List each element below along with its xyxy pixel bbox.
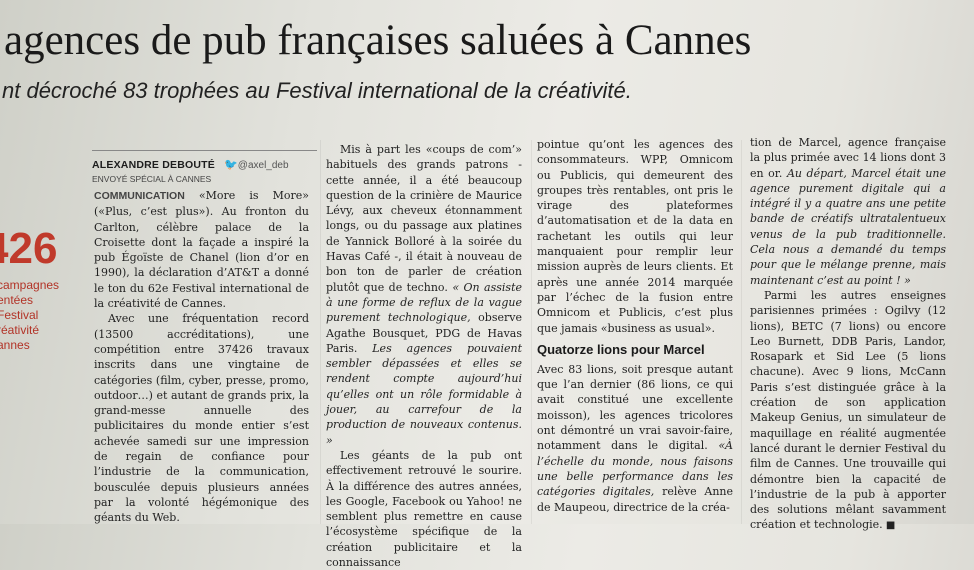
- article-column-4: tion de Marcel, agence française la plus…: [750, 135, 946, 534]
- paragraph: Avec 83 lions, soit presque autant que l…: [537, 362, 733, 515]
- subheadline: nt décroché 83 trophées au Festival inte…: [2, 78, 632, 103]
- article-column-3: pointue qu’ont les agences des consommat…: [537, 137, 733, 515]
- quote-text: Au départ, Marcel était une agence purem…: [750, 166, 946, 287]
- sidebar-stat: 426 campagnes entées Festival réativité …: [0, 226, 80, 353]
- author-name: ALEXANDRE DEBOUTÉ: [92, 159, 215, 171]
- section-heading: Quatorze lions pour Marcel: [537, 341, 705, 357]
- byline: ALEXANDRE DEBOUTÉ 🐦@axel_deb ENVOYÉ SPÉC…: [92, 150, 317, 184]
- paragraph-text: Parmi les autres enseignes parisiennes p…: [750, 288, 946, 532]
- article-column-1: COMMUNICATION «More is More» («Plus, c’e…: [94, 188, 309, 526]
- twitter-handle-text: @axel_deb: [237, 160, 289, 171]
- stat-caption-line: Festival: [0, 308, 39, 322]
- paragraph-text: Avec 83 lions, soit presque autant que l…: [537, 362, 733, 453]
- quote-text: Les agences pouvaient sembler dépassées …: [326, 341, 522, 447]
- article-column-2: Mis à part les «coups de com’» habituels…: [326, 142, 522, 570]
- twitter-bird-icon: 🐦: [224, 159, 238, 171]
- twitter-handle: 🐦@axel_deb: [224, 159, 289, 171]
- column-rule: [531, 140, 532, 524]
- kicker: COMMUNICATION: [94, 190, 185, 202]
- paragraph-text: «More is More» («Plus, c’est plus»). Au …: [94, 189, 309, 311]
- column-rule: [320, 140, 321, 524]
- stat-caption-line: annes: [0, 338, 30, 352]
- stat-caption: campagnes entées Festival réativité anne…: [0, 278, 80, 353]
- headline: agences de pub françaises saluées à Cann…: [4, 17, 752, 64]
- paragraph: COMMUNICATION «More is More» («Plus, c’e…: [94, 188, 309, 311]
- paragraph: Avec une fréquentation record (13500 acc…: [94, 312, 309, 525]
- stat-number: 426: [0, 226, 58, 273]
- column-rule: [741, 140, 742, 524]
- stat-caption-line: entées: [0, 293, 34, 307]
- end-square-icon: ■: [882, 520, 896, 532]
- dateline: ENVOYÉ SPÉCIAL À CANNES: [92, 174, 212, 184]
- stat-caption-line: campagnes: [0, 278, 60, 292]
- paragraph-text: Mis à part les «coups de com’» habituels…: [326, 143, 522, 294]
- stat-caption-line: réativité: [0, 323, 40, 337]
- paragraph: Parmi les autres enseignes parisiennes p…: [750, 288, 946, 534]
- paragraph: tion de Marcel, agence française la plus…: [750, 135, 946, 288]
- paragraph: Les géants de la pub ont effectivement r…: [326, 448, 522, 570]
- paragraph: pointue qu’ont les agences des consommat…: [537, 138, 733, 335]
- paragraph: Mis à part les «coups de com’» habituels…: [326, 142, 522, 448]
